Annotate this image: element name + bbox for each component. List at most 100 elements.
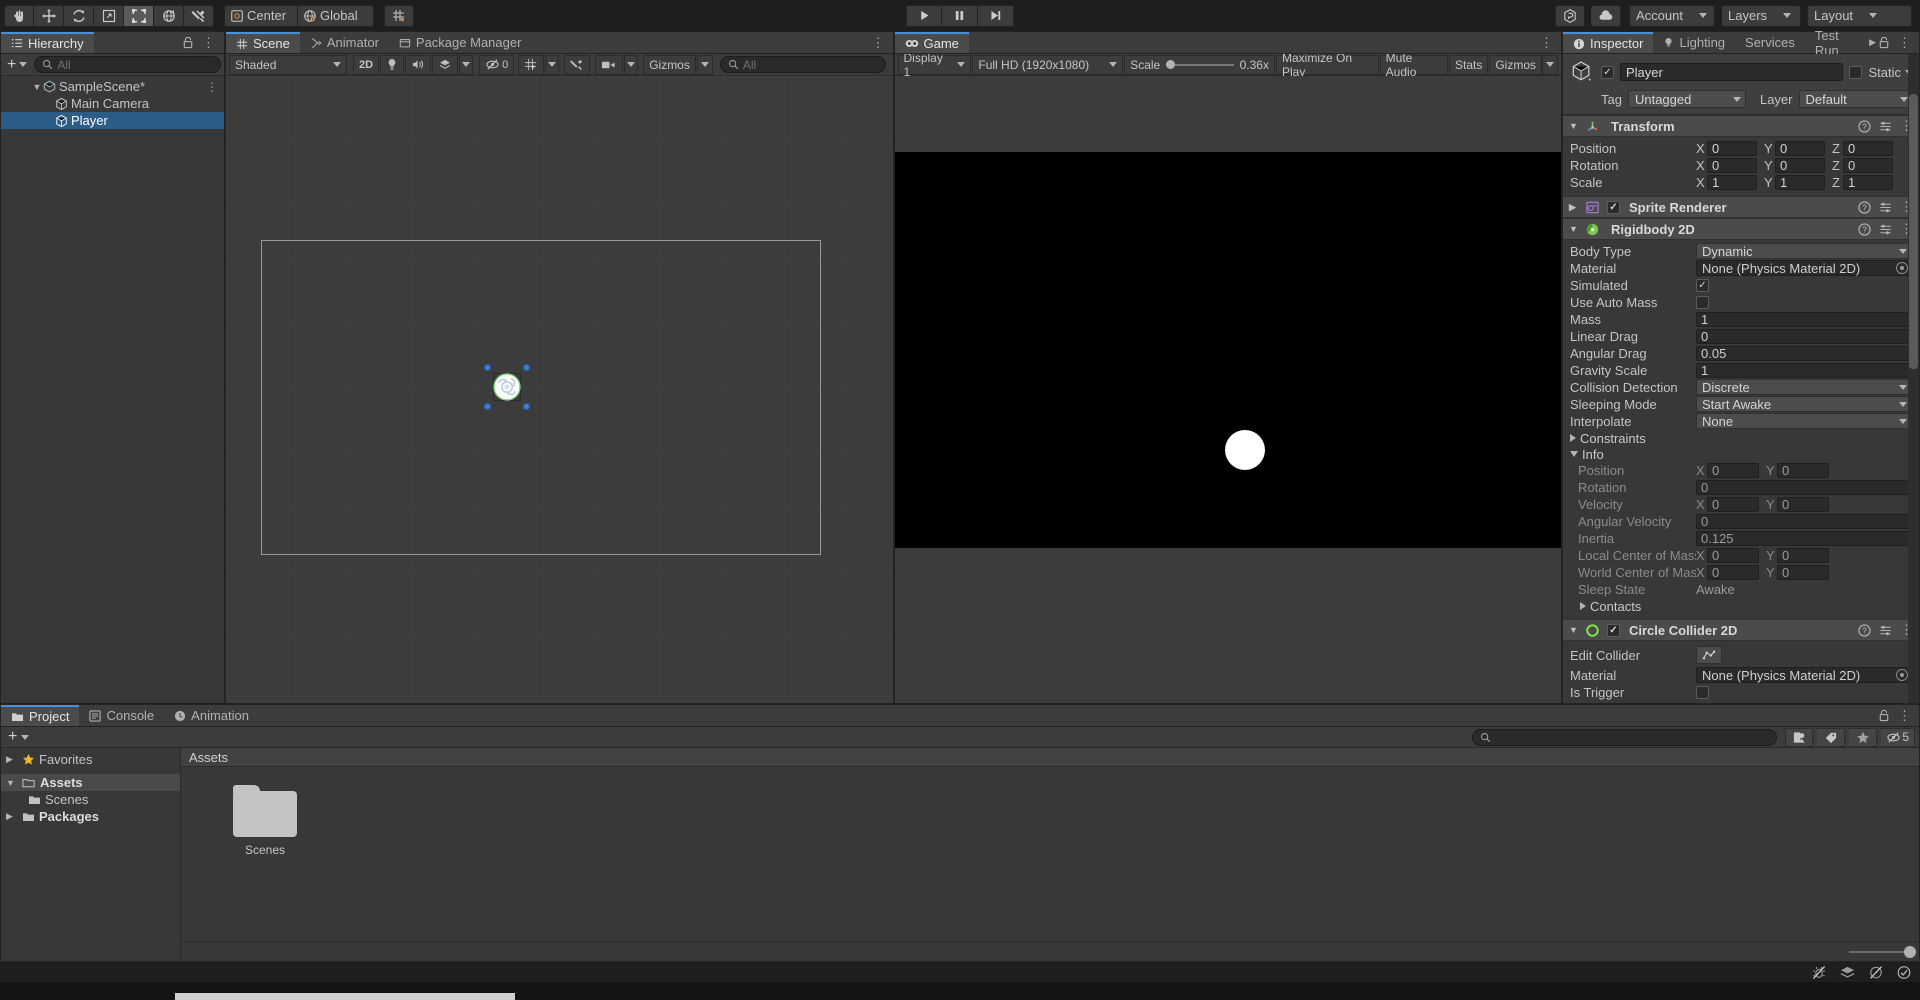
scene-camera-preview-toggle[interactable] — [595, 54, 624, 75]
collab-icon[interactable] — [1555, 4, 1585, 27]
project-filter-type-button[interactable] — [1785, 727, 1814, 747]
asset-size-slider[interactable] — [1849, 945, 1916, 958]
help-icon[interactable]: ? — [1858, 623, 1871, 637]
position-x-field[interactable]: 0 — [1707, 140, 1757, 156]
gameobject-name-field[interactable]: Player — [1620, 63, 1844, 81]
tab-project[interactable]: Project — [1, 705, 80, 726]
body-type-dropdown[interactable]: Dynamic — [1696, 243, 1912, 259]
project-filter-favorite-button[interactable] — [1849, 727, 1878, 747]
tab-game[interactable]: Game — [894, 32, 969, 53]
project-search-input[interactable] — [1472, 728, 1778, 746]
scene-hidden-objects-toggle[interactable]: 0 — [479, 54, 515, 75]
used-by-effector-checkbox[interactable] — [1696, 702, 1709, 703]
scene-search-input[interactable]: All — [719, 56, 886, 73]
project-add-button[interactable]: + — [5, 729, 17, 745]
help-icon[interactable]: ? — [1858, 200, 1871, 214]
preset-icon[interactable] — [1879, 120, 1892, 133]
edit-collider-button[interactable] — [1696, 646, 1722, 664]
scale-x-field[interactable]: 1 — [1707, 174, 1757, 190]
transform-tool-button[interactable] — [154, 4, 184, 27]
project-tree-scenes[interactable]: Scenes — [1, 791, 180, 808]
game-viewport[interactable] — [894, 76, 1561, 703]
foldout-arrow-icon[interactable]: ▼ — [1569, 224, 1580, 234]
play-button[interactable] — [906, 4, 942, 27]
expand-arrow-icon[interactable]: ▼ — [31, 82, 43, 92]
player-sprite-selection[interactable] — [484, 364, 530, 410]
tab-test-runner[interactable]: Test Run ▶ — [1805, 28, 1878, 58]
position-z-field[interactable]: 0 — [1843, 140, 1893, 156]
tab-hierarchy[interactable]: Hierarchy — [1, 32, 94, 53]
use-auto-mass-checkbox[interactable] — [1696, 295, 1709, 309]
tag-dropdown[interactable]: Untagged — [1627, 90, 1746, 108]
component-header-rigidbody2d[interactable]: ▼ Rigidbody 2D ? ⋮ — [1563, 218, 1919, 240]
project-filter-label-button[interactable] — [1817, 727, 1846, 747]
move-tool-button[interactable] — [34, 4, 64, 27]
tab-animator[interactable]: Animator — [300, 32, 389, 53]
asset-item-scenes[interactable]: Scenes — [223, 785, 307, 857]
toggle-2d-button[interactable]: 2D — [353, 54, 380, 75]
tab-scene[interactable]: Scene — [226, 32, 300, 53]
collision-detection-dropdown[interactable]: Discrete — [1696, 379, 1912, 395]
is-trigger-checkbox[interactable] — [1696, 685, 1709, 699]
foldout-arrow-icon[interactable]: ▶ — [1569, 202, 1580, 213]
hand-tool-button[interactable] — [4, 4, 34, 27]
component-header-circle-collider2d[interactable]: ▼ ✓ Circle Collider 2D ? ⋮ — [1563, 619, 1919, 641]
game-mute-audio-toggle[interactable]: Mute Audio — [1379, 51, 1448, 79]
rb-info-foldout[interactable]: Info — [1570, 446, 1912, 462]
layers-dropdown[interactable]: Layers — [1721, 4, 1801, 27]
scale-tool-button[interactable] — [94, 4, 124, 27]
game-maximize-on-play-toggle[interactable]: Maximize On Play — [1275, 51, 1379, 79]
foldout-arrow-icon[interactable]: ▼ — [1569, 625, 1580, 635]
scene-gizmos-button[interactable]: Gizmos — [643, 54, 696, 75]
preset-icon[interactable] — [1879, 223, 1892, 236]
cc-material-object-field[interactable]: None (Physics Material 2D) — [1696, 667, 1912, 683]
expand-arrow-icon[interactable]: ▶ — [6, 811, 18, 822]
game-menu-icon[interactable]: ⋮ — [1540, 35, 1553, 51]
preset-icon[interactable] — [1879, 624, 1892, 637]
selection-handle-br[interactable] — [523, 403, 530, 410]
gravity-scale-field[interactable]: 1 — [1696, 362, 1912, 378]
project-tree-favorites[interactable]: ▶ Favorites — [1, 751, 180, 768]
scene-grid-toggle[interactable] — [518, 54, 545, 75]
help-icon[interactable]: ? — [1858, 222, 1871, 236]
game-gizmos-button[interactable]: Gizmos — [1489, 54, 1543, 75]
account-dropdown[interactable]: Account — [1629, 4, 1715, 27]
object-picker-icon[interactable] — [1896, 262, 1908, 274]
rotation-x-field[interactable]: 0 — [1707, 157, 1757, 173]
help-icon[interactable]: ? — [1858, 119, 1871, 133]
preset-icon[interactable] — [1879, 201, 1892, 214]
selection-handle-tl[interactable] — [484, 364, 491, 371]
tab-animation[interactable]: Animation — [164, 705, 259, 726]
linear-drag-field[interactable]: 0 — [1696, 328, 1912, 344]
pivot-mode-button[interactable]: Center — [224, 4, 298, 27]
interpolate-dropdown[interactable]: None — [1696, 413, 1912, 429]
selection-handle-tr[interactable] — [523, 364, 530, 371]
lock-icon[interactable] — [1878, 709, 1890, 722]
scene-grid-dropdown[interactable] — [545, 54, 560, 75]
rotation-z-field[interactable]: 0 — [1843, 157, 1893, 173]
scene-lighting-toggle[interactable] — [380, 54, 405, 75]
step-button[interactable] — [978, 4, 1014, 27]
inspector-scroll-thumb[interactable] — [1909, 94, 1918, 369]
circle-collider-enabled-checkbox[interactable]: ✓ — [1607, 623, 1620, 637]
angular-drag-field[interactable]: 0.05 — [1696, 345, 1912, 361]
hierarchy-row-player[interactable]: Player — [1, 112, 224, 129]
handle-space-button[interactable]: Global — [298, 4, 374, 27]
tab-inspector[interactable]: Inspector — [1563, 32, 1654, 53]
check-circle-icon[interactable] — [1896, 965, 1912, 980]
inspector-menu-icon[interactable]: ⋮ — [1898, 35, 1911, 51]
notification-off-icon[interactable] — [1868, 965, 1884, 980]
scene-camera-dropdown[interactable] — [624, 54, 639, 75]
object-picker-icon[interactable] — [1896, 669, 1908, 681]
cloud-icon[interactable] — [1591, 4, 1621, 27]
hierarchy-add-caret-icon[interactable] — [19, 62, 28, 67]
scene-viewport[interactable] — [226, 76, 893, 703]
scale-z-field[interactable]: 1 — [1843, 174, 1893, 190]
game-display-dropdown[interactable]: Display 1 — [897, 51, 972, 79]
scene-gizmos-dropdown[interactable] — [696, 54, 713, 75]
scene-fx-toggle[interactable] — [432, 54, 459, 75]
selection-handle-bl[interactable] — [484, 403, 491, 410]
asset-size-slider-knob[interactable] — [1904, 945, 1916, 958]
layers-stack-icon[interactable] — [1839, 965, 1856, 980]
gameobject-active-checkbox[interactable]: ✓ — [1601, 65, 1614, 79]
